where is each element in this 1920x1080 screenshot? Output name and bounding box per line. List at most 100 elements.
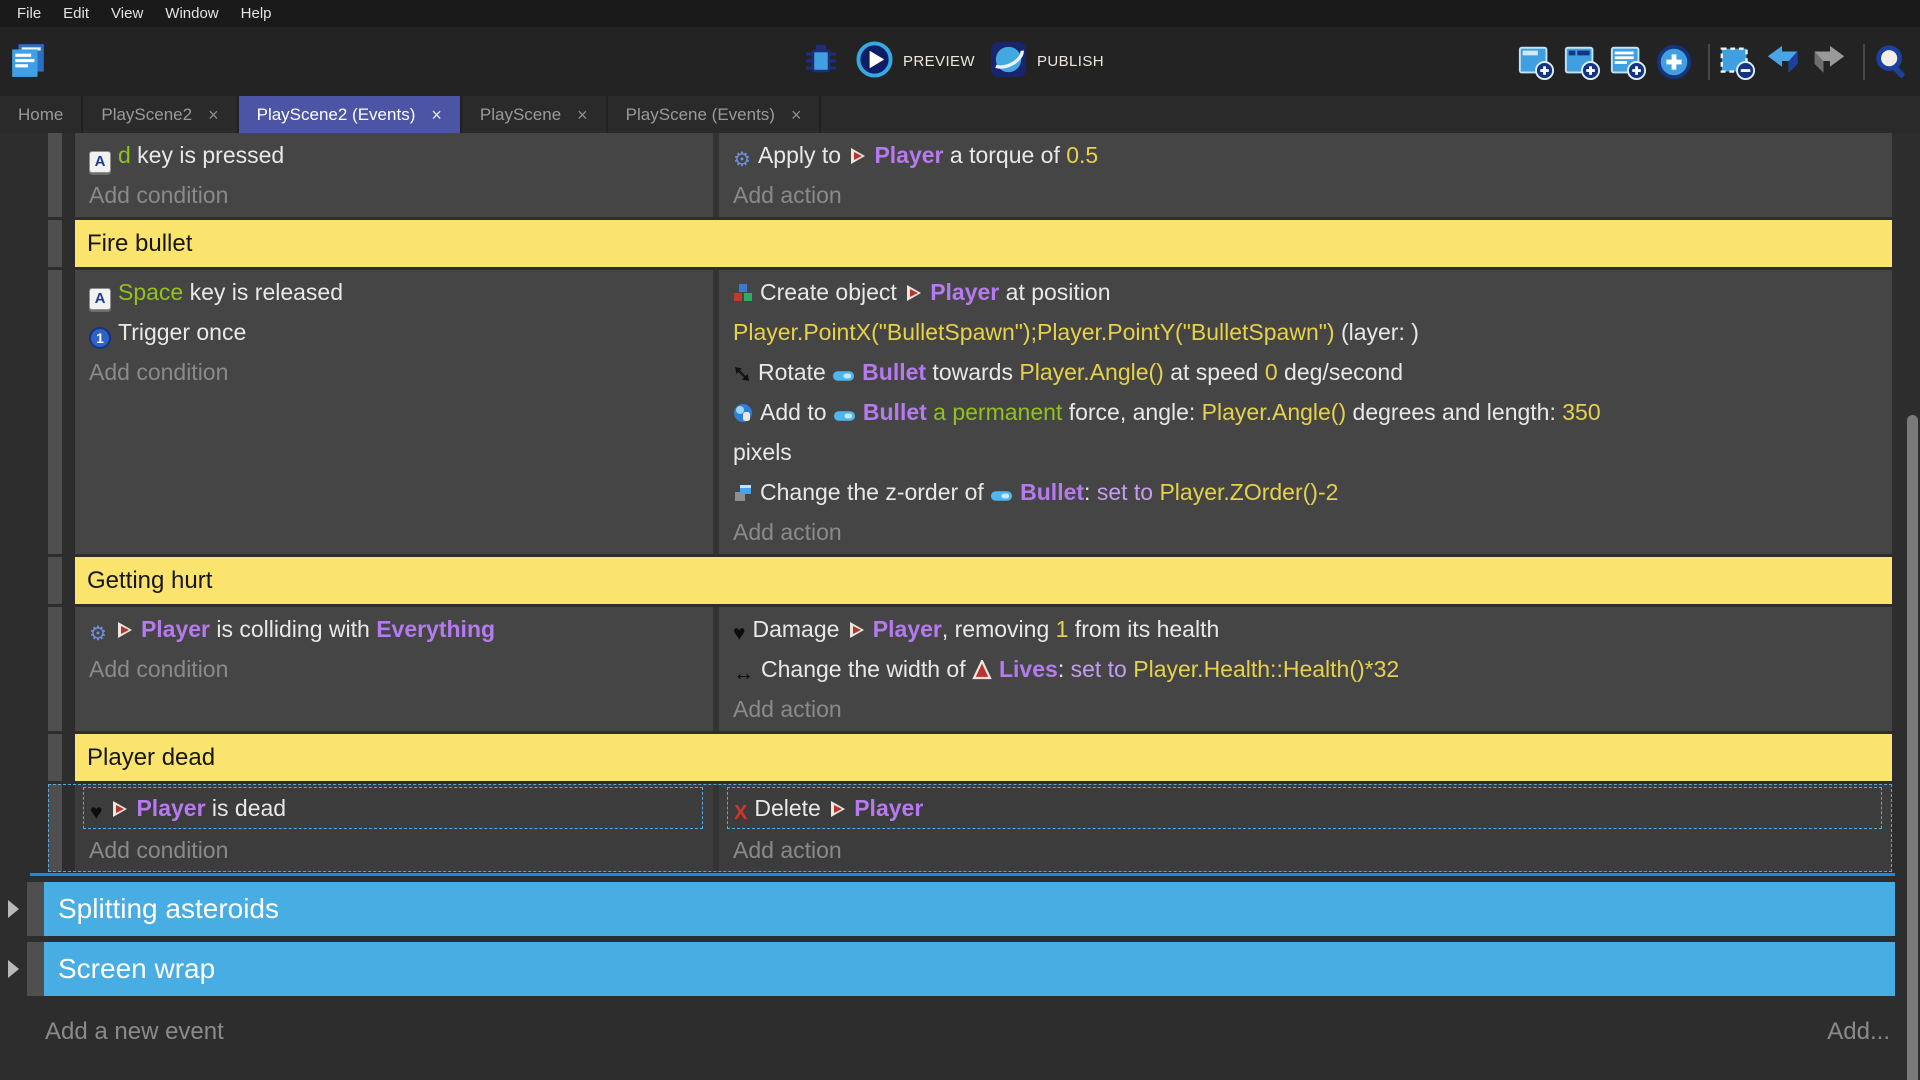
- menu-item-edit[interactable]: Edit: [52, 0, 100, 27]
- instruction-line[interactable]: ASpace key is released: [89, 272, 707, 312]
- add-event-button[interactable]: [1519, 41, 1560, 82]
- instruction-line[interactable]: pixels: [733, 432, 1886, 472]
- group-drag-handle[interactable]: [27, 942, 44, 996]
- gutter-gap: [62, 220, 75, 267]
- group-header-bar[interactable]: Screen wrap: [44, 942, 1895, 996]
- group-header-bar[interactable]: Fire bullet: [75, 220, 1892, 267]
- event-group-screen-wrap[interactable]: Screen wrap: [8, 942, 1895, 996]
- tab-playscene-events[interactable]: PlayScene (Events)×: [608, 96, 822, 133]
- add-condition-link[interactable]: Add condition: [89, 175, 707, 215]
- physics-icon: ⚙: [89, 623, 107, 645]
- text-segment: Everything: [376, 616, 495, 642]
- z-order-icon: [733, 483, 753, 503]
- conditions-cell[interactable]: Ad key is pressedAdd condition: [75, 133, 713, 217]
- group-header-bar[interactable]: Splitting asteroids: [44, 882, 1895, 936]
- instruction-line[interactable]: Add to Bullet a permanent force, angle: …: [733, 392, 1886, 432]
- tab-playscene2[interactable]: PlayScene2×: [83, 96, 238, 133]
- text-segment: at speed: [1164, 359, 1265, 385]
- close-icon[interactable]: ×: [791, 106, 802, 124]
- add-condition-link[interactable]: Add condition: [89, 649, 707, 689]
- search-button[interactable]: [1875, 41, 1916, 82]
- menu-item-help[interactable]: Help: [230, 0, 283, 27]
- group-header-bar[interactable]: Player dead: [75, 734, 1892, 781]
- group-drag-handle[interactable]: [48, 557, 62, 604]
- add-subevent-button[interactable]: [1565, 41, 1606, 82]
- event-drag-handle[interactable]: [48, 784, 62, 872]
- text-segment: Apply to: [758, 142, 848, 168]
- text-segment: force, angle:: [1062, 399, 1201, 425]
- tab-playscene2-events[interactable]: PlayScene2 (Events)×: [239, 96, 462, 133]
- debug-button[interactable]: [800, 41, 841, 82]
- instruction-line[interactable]: Change the z-order of Bullet: set to Pla…: [733, 472, 1886, 512]
- event-row[interactable]: ASpace key is released1Trigger onceAdd c…: [48, 270, 1892, 554]
- instruction-line[interactable]: ⚙Apply to Player a torque of 0.5: [733, 135, 1886, 175]
- actions-cell[interactable]: XDelete PlayerAdd action: [719, 784, 1892, 872]
- event-row[interactable]: ♥Player is deadAdd conditionXDelete Play…: [48, 784, 1892, 872]
- preview-icon: [855, 40, 894, 84]
- add-more-link[interactable]: Add...: [1827, 1018, 1890, 1046]
- menu-item-view[interactable]: View: [100, 0, 154, 27]
- text-segment: :: [1058, 656, 1071, 682]
- instruction-line[interactable]: 1Trigger once: [89, 312, 707, 352]
- event-row[interactable]: ⚙Player is colliding with EverythingAdd …: [48, 607, 1892, 731]
- add-action-link[interactable]: Add action: [733, 512, 1886, 552]
- add-condition-link[interactable]: Add condition: [89, 352, 707, 392]
- instruction-line[interactable]: Player.PointX("BulletSpawn");Player.Poin…: [733, 312, 1886, 352]
- event-drag-handle[interactable]: [48, 270, 62, 554]
- actions-cell[interactable]: ♥Damage Player, removing 1 from its heal…: [719, 607, 1892, 731]
- menu-item-file[interactable]: File: [6, 0, 52, 27]
- instruction-line[interactable]: ↔Change the width of Lives: set to Playe…: [733, 649, 1886, 689]
- event-group-getting-hurt[interactable]: Getting hurt: [48, 557, 1892, 604]
- add-comment-icon: [1609, 43, 1647, 81]
- add-comment-button[interactable]: [1611, 41, 1652, 82]
- menu-item-window[interactable]: Window: [154, 0, 229, 27]
- instruction-line[interactable]: Rotate Bullet towards Player.Angle() at …: [733, 352, 1886, 392]
- close-icon[interactable]: ×: [577, 106, 588, 124]
- preview-button[interactable]: PREVIEW: [855, 40, 975, 84]
- add-condition-link[interactable]: Add condition: [89, 830, 707, 870]
- instruction-line[interactable]: XDelete Player: [734, 788, 1881, 828]
- chevron-right-icon[interactable]: [8, 960, 19, 978]
- conditions-cell[interactable]: ♥Player is deadAdd condition: [75, 784, 713, 872]
- player-icon: [847, 146, 867, 166]
- instruction-line[interactable]: Create object Player at position: [733, 272, 1886, 312]
- actions-cell[interactable]: ⚙Apply to Player a torque of 0.5Add acti…: [719, 133, 1892, 217]
- text-segment: pixels: [733, 439, 792, 465]
- instruction-line[interactable]: ♥Player is dead: [90, 788, 702, 828]
- instruction-line[interactable]: ⚙Player is colliding with Everything: [89, 609, 707, 649]
- redo-button[interactable]: [1812, 41, 1853, 82]
- vertical-scrollbar[interactable]: [1907, 415, 1918, 1080]
- project-manager-button[interactable]: [8, 42, 48, 82]
- event-group-splitting-asteroids[interactable]: Splitting asteroids: [8, 882, 1895, 936]
- tab-home[interactable]: Home: [0, 96, 83, 133]
- group-drag-handle[interactable]: [48, 220, 62, 267]
- instruction-line[interactable]: ♥Damage Player, removing 1 from its heal…: [733, 609, 1886, 649]
- conditions-cell[interactable]: ASpace key is released1Trigger onceAdd c…: [75, 270, 713, 554]
- publish-button[interactable]: PUBLISH: [989, 40, 1104, 84]
- group-drag-handle[interactable]: [48, 734, 62, 781]
- add-action-link[interactable]: Add action: [733, 175, 1886, 215]
- add-new-event-link[interactable]: Add a new event: [45, 1018, 224, 1046]
- event-drag-handle[interactable]: [48, 133, 62, 217]
- text-segment: :: [1084, 479, 1097, 505]
- add-action-link[interactable]: Add action: [733, 830, 1886, 870]
- gutter-gap: [62, 734, 75, 781]
- remove-selection-button[interactable]: [1720, 41, 1761, 82]
- event-drag-handle[interactable]: [48, 607, 62, 731]
- event-row[interactable]: Ad key is pressedAdd condition⚙Apply to …: [48, 133, 1892, 217]
- gutter-gap: [62, 133, 75, 217]
- close-icon[interactable]: ×: [431, 106, 442, 124]
- chevron-right-icon[interactable]: [8, 900, 19, 918]
- add-action-link[interactable]: Add action: [733, 689, 1886, 729]
- close-icon[interactable]: ×: [208, 106, 219, 124]
- add-circle-button[interactable]: [1657, 41, 1698, 82]
- instruction-line[interactable]: Ad key is pressed: [89, 135, 707, 175]
- group-drag-handle[interactable]: [27, 882, 44, 936]
- actions-cell[interactable]: Create object Player at positionPlayer.P…: [719, 270, 1892, 554]
- tab-playscene[interactable]: PlayScene×: [462, 96, 608, 133]
- conditions-cell[interactable]: ⚙Player is colliding with EverythingAdd …: [75, 607, 713, 731]
- group-header-bar[interactable]: Getting hurt: [75, 557, 1892, 604]
- event-group-player-dead[interactable]: Player dead: [48, 734, 1892, 781]
- event-group-fire-bullet[interactable]: Fire bullet: [48, 220, 1892, 267]
- undo-button[interactable]: [1766, 41, 1807, 82]
